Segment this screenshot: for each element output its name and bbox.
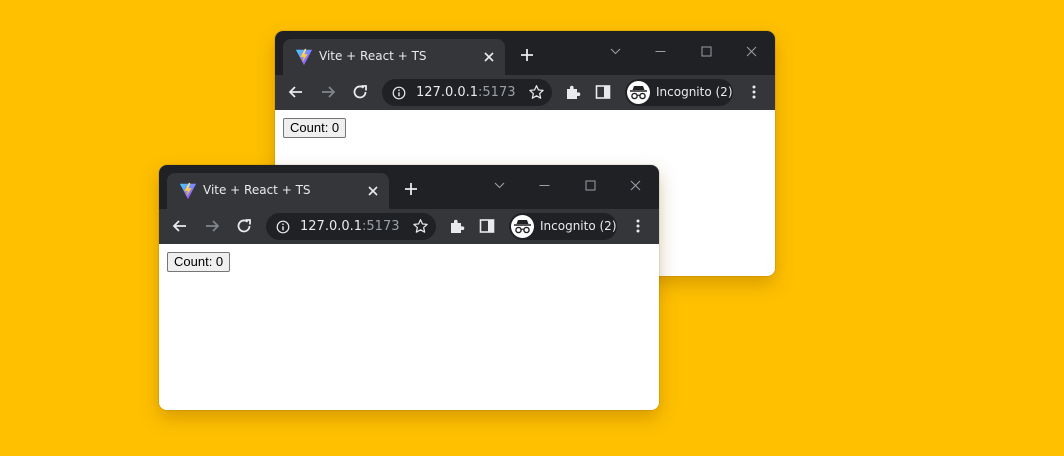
incognito-icon [514,220,531,234]
minimize-button[interactable] [529,173,559,197]
incognito-profile-button[interactable]: Incognito (2) [625,79,733,106]
title-bar[interactable]: Vite + React + TS [275,31,775,75]
count-button[interactable]: Count: 0 [167,252,231,272]
bookmark-star-icon[interactable] [528,84,545,101]
url-port: :5173 [478,85,516,100]
url-host: 127.0.0.1 [300,219,363,234]
tab-search-button[interactable] [484,173,514,197]
extensions-puzzle-icon[interactable] [564,83,582,101]
incognito-avatar [627,81,650,104]
new-tab-icon[interactable] [403,181,419,197]
maximize-button[interactable] [575,173,605,197]
url-text: 127.0.0.1:5173 [300,219,400,234]
tab-title: Vite + React + TS [203,183,311,197]
address-bar[interactable]: 127.0.0.1:5173 [382,79,552,106]
more-menu-icon[interactable] [629,217,647,235]
info-icon[interactable] [392,86,406,100]
more-menu-icon[interactable] [745,83,763,101]
close-tab-icon[interactable] [483,51,495,63]
incognito-label: Incognito (2) [540,219,617,233]
forward-arrow-icon[interactable] [319,83,337,101]
tab-search-button[interactable] [600,39,630,63]
side-panel-icon[interactable] [594,83,612,101]
url-host: 127.0.0.1 [416,85,479,100]
title-bar[interactable]: Vite + React + TS [159,165,659,209]
forward-arrow-icon[interactable] [203,217,221,235]
active-tab[interactable]: Vite + React + TS [283,39,505,75]
toolbar: 127.0.0.1:5173 Incognito (2) [275,75,775,110]
incognito-profile-button[interactable]: Incognito (2) [509,213,617,240]
maximize-icon [585,180,596,191]
close-icon [630,180,641,191]
reload-icon[interactable] [235,217,253,235]
bookmark-star-icon[interactable] [412,218,429,235]
incognito-label: Incognito (2) [656,85,733,99]
vite-logo-icon [295,48,313,66]
close-window-button[interactable] [736,39,766,63]
count-button[interactable]: Count: 0 [283,118,347,138]
chevron-down-icon [494,182,505,189]
minimize-icon [655,51,666,52]
close-tab-icon[interactable] [367,185,379,197]
maximize-button[interactable] [691,39,721,63]
new-tab-icon[interactable] [519,47,535,63]
back-arrow-icon[interactable] [171,217,189,235]
back-arrow-icon[interactable] [287,83,305,101]
close-window-button[interactable] [620,173,650,197]
minimize-icon [539,185,550,186]
minimize-button[interactable] [645,39,675,63]
side-panel-icon[interactable] [478,217,496,235]
incognito-icon [630,86,647,100]
vite-logo-icon [179,182,197,200]
reload-icon[interactable] [351,83,369,101]
browser-window-front[interactable]: Vite + React + TS 127.0.0.1:5173 Incogni… [159,165,659,410]
tab-title: Vite + React + TS [319,49,427,63]
url-text: 127.0.0.1:5173 [416,85,516,100]
page-content: Count: 0 [159,244,659,410]
extensions-puzzle-icon[interactable] [448,217,466,235]
chevron-down-icon [610,48,621,55]
close-icon [746,46,757,57]
address-bar[interactable]: 127.0.0.1:5173 [266,213,436,240]
active-tab[interactable]: Vite + React + TS [167,173,389,209]
info-icon[interactable] [276,220,290,234]
url-port: :5173 [362,219,400,234]
incognito-avatar [511,215,534,238]
toolbar: 127.0.0.1:5173 Incognito (2) [159,209,659,244]
maximize-icon [701,46,712,57]
